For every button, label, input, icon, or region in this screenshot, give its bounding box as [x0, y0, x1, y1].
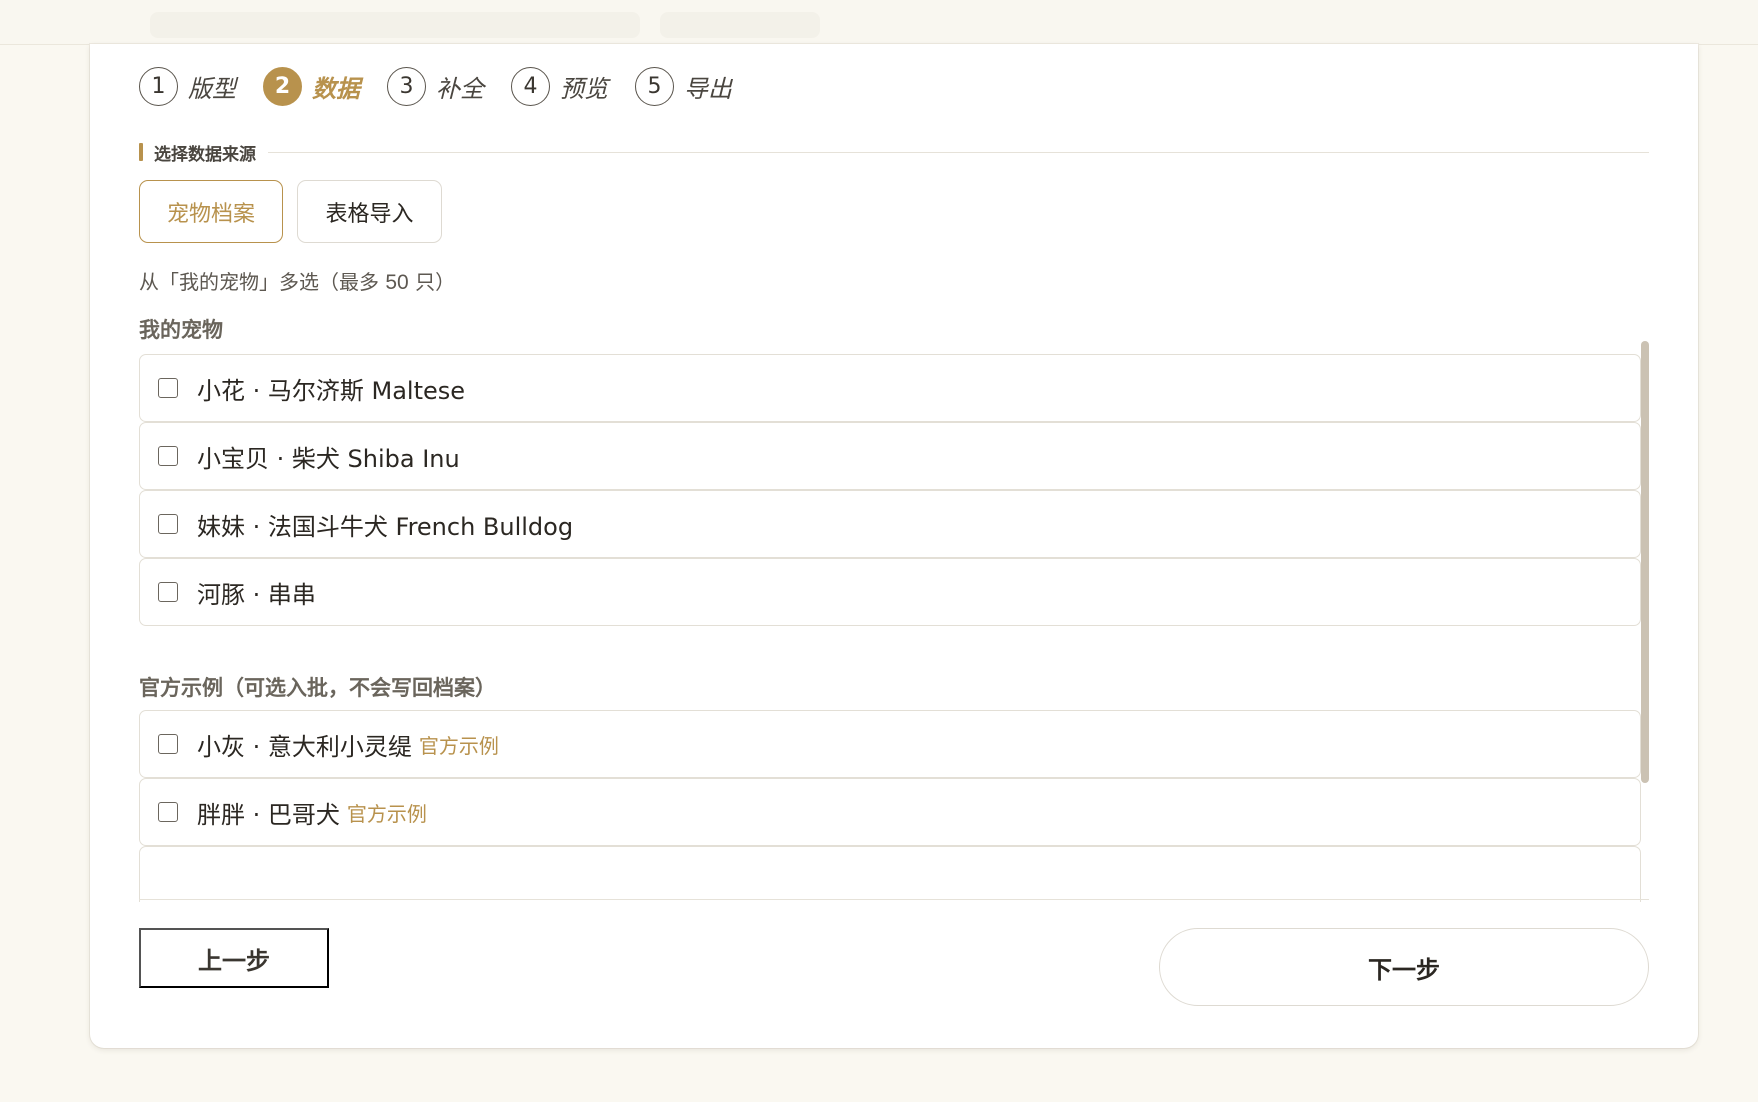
next-step-button[interactable]: 下一步 [1159, 928, 1649, 1006]
stepper: 1 版型 2 数据 3 补全 4 预览 5 导出 [139, 65, 759, 107]
step-number: 1 [139, 66, 178, 106]
official-sample-tag: 官方示例 [418, 733, 499, 758]
list-scrollbar-thumb[interactable] [1641, 341, 1649, 783]
selection-hint: 从「我的宠物」多选（最多 50 只） [139, 266, 455, 295]
pet-label: 妹妹 · 法国斗牛犬 French Bulldog [197, 512, 574, 541]
step-preview[interactable]: 4 预览 [511, 66, 608, 106]
section-header: 选择数据来源 [139, 140, 1649, 165]
section-accent-bar [139, 143, 143, 161]
pet-label: 小花 · 马尔济斯 Maltese [197, 376, 466, 405]
step-number: 5 [635, 66, 674, 106]
top-bar [0, 0, 1758, 45]
sample-row[interactable]: 胖胖 · 巴哥犬 官方示例 [139, 778, 1641, 846]
pet-checkbox[interactable] [158, 378, 178, 398]
pet-label: 小宝贝 · 柴犬 Shiba Inu [197, 444, 460, 473]
group-title-official-samples: 官方示例（可选入批，不会写回档案） [139, 676, 496, 700]
step-label: 预览 [560, 74, 608, 103]
source-tab-table-import[interactable]: 表格导入 [297, 180, 442, 243]
top-bar-placeholder [660, 12, 820, 38]
step-data[interactable]: 2 数据 [263, 66, 360, 106]
sample-label: 胖胖 · 巴哥犬 [197, 800, 340, 829]
pet-row[interactable]: 小宝贝 · 柴犬 Shiba Inu [139, 422, 1641, 490]
official-sample-tag: 官方示例 [346, 801, 427, 826]
sample-label: 小灰 · 意大利小灵缇 [197, 732, 412, 761]
step-label: 补全 [436, 74, 484, 103]
pet-row[interactable]: 河豚 · 串串 [139, 558, 1641, 626]
hint-suffix: 只） [408, 270, 456, 294]
step-number: 4 [511, 66, 550, 106]
sample-row-partial[interactable] [139, 846, 1641, 902]
step-export[interactable]: 5 导出 [635, 66, 732, 106]
group-title-my-pets: 我的宠物 [139, 318, 223, 342]
sample-checkbox[interactable] [158, 802, 178, 822]
step-number: 2 [263, 66, 302, 106]
step-complete[interactable]: 3 补全 [387, 66, 484, 106]
pet-label: 河豚 · 串串 [197, 580, 316, 609]
pet-checkbox[interactable] [158, 514, 178, 534]
hint-prefix: 从「我的宠物」多选（最多 [139, 270, 386, 294]
step-number: 3 [387, 66, 426, 106]
source-tab-pet-profiles[interactable]: 宠物档案 [139, 180, 283, 243]
section-divider [268, 151, 1649, 153]
wizard-card: 1 版型 2 数据 3 补全 4 预览 5 导出 选择数据来源 宠物档案 表格导… [90, 44, 1698, 1048]
step-label: 数据 [312, 74, 360, 103]
pet-row[interactable]: 小花 · 马尔济斯 Maltese [139, 354, 1641, 422]
step-label: 版型 [188, 74, 236, 103]
prev-step-button[interactable]: 上一步 [139, 928, 329, 988]
step-label: 导出 [684, 74, 732, 103]
footer-divider [139, 899, 1649, 900]
top-bar-placeholder [150, 12, 640, 38]
pet-row[interactable]: 妹妹 · 法国斗牛犬 French Bulldog [139, 490, 1641, 558]
section-title: 选择数据来源 [154, 144, 256, 165]
sample-checkbox[interactable] [158, 734, 178, 754]
pet-list-scroll-area[interactable]: 我的宠物 小花 · 马尔济斯 Maltese 小宝贝 · 柴犬 Shiba In… [139, 296, 1659, 902]
step-layout[interactable]: 1 版型 [139, 66, 236, 106]
hint-max-count: 50 [385, 271, 409, 294]
pet-checkbox[interactable] [158, 582, 178, 602]
sample-row[interactable]: 小灰 · 意大利小灵缇 官方示例 [139, 710, 1641, 778]
pet-checkbox[interactable] [158, 446, 178, 466]
